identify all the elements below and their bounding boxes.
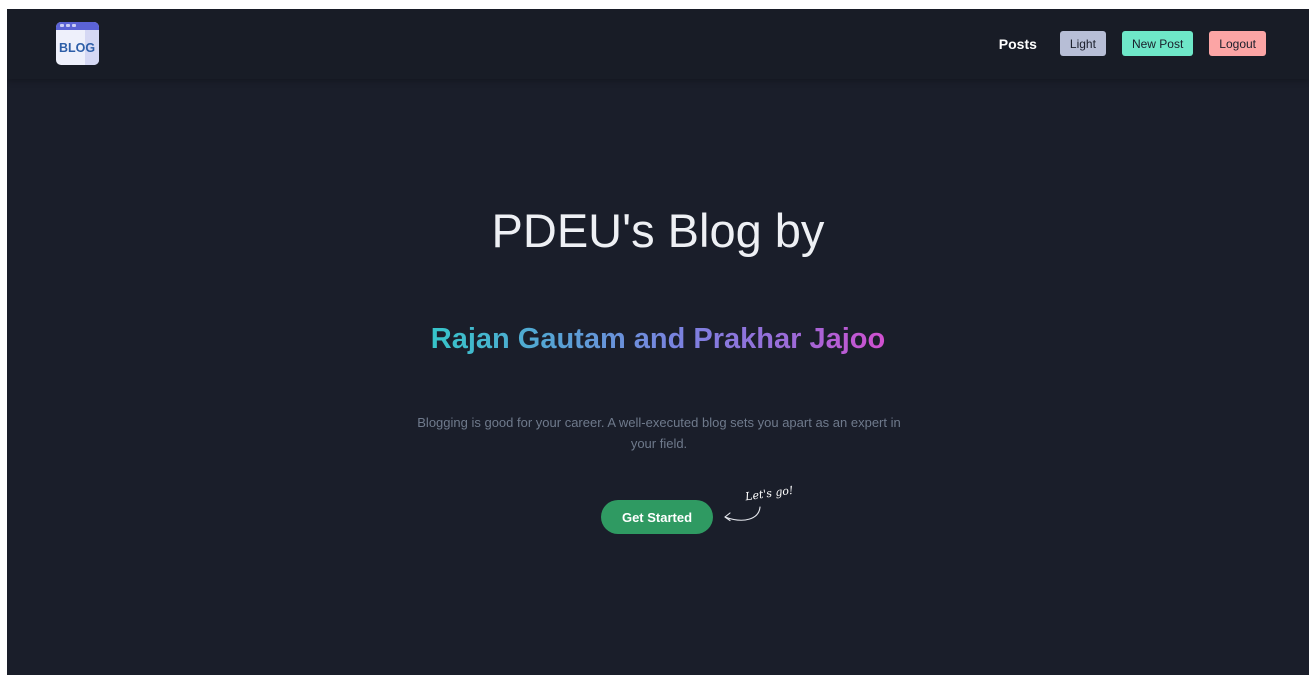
curved-arrow-icon [724,506,761,522]
logo-text: BLOG [59,41,96,55]
hero-description: Blogging is good for your career. A well… [417,415,901,451]
hero-title: PDEU's Blog by [491,204,825,257]
new-post-button[interactable]: New Post [1121,31,1194,56]
hero-subtitle: Rajan Gautam and Prakhar Jajoo [7,323,1309,356]
logout-button[interactable]: Logout [1209,31,1266,56]
top-header: BLOG Posts Light New Post Logout [7,9,1309,79]
get-started-button[interactable]: Get Started [601,500,713,534]
main-nav: Posts Light New Post Logout [999,31,1266,56]
logo-window-dots [60,24,76,27]
light-theme-button[interactable]: Light [1059,31,1106,56]
authors-gradient-text: Rajan Gautam and Prakhar Jajoo [430,323,886,355]
posts-link[interactable]: Posts [999,36,1037,52]
blog-logo-icon[interactable]: BLOG [56,22,99,65]
app-frame: BLOG Posts Light New Post Logout PDEU's … [7,9,1309,675]
lets-go-annotation: Let's go! [744,483,795,504]
